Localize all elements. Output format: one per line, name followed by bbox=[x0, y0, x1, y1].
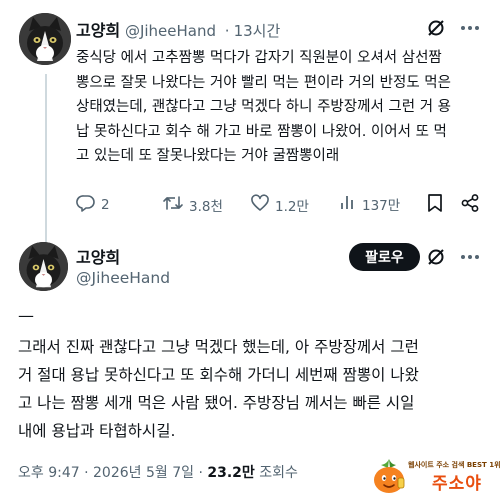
separator: · bbox=[84, 465, 89, 481]
share-button[interactable] bbox=[460, 193, 480, 217]
display-name[interactable]: 고양희 bbox=[76, 21, 120, 40]
grok-icon[interactable] bbox=[424, 16, 448, 40]
tweet-text: 그래서 진짜 괜찮다고 그냥 먹겠다 했는데, 아 주방장께서 그런 거 절대 … bbox=[18, 338, 419, 440]
separator: · bbox=[198, 465, 203, 481]
mascot-icon bbox=[374, 459, 405, 493]
post-date[interactable]: 2026년 5월 7일 bbox=[93, 465, 194, 481]
handle[interactable]: @JiheeHand bbox=[125, 22, 216, 40]
timestamp[interactable]: 13시간 bbox=[234, 22, 281, 40]
like-count: 1.2만 bbox=[275, 199, 309, 215]
repost-button[interactable]: 3.8천 bbox=[162, 193, 223, 217]
share-icon bbox=[460, 193, 480, 217]
tweet-meta: 오후 9:47 · 2026년 5월 7일 · 23.2만 조회수 bbox=[18, 462, 298, 482]
post-time[interactable]: 오후 9:47 bbox=[18, 465, 80, 481]
tweet-actions: 2 3.8천 1.2만 137만 bbox=[76, 193, 486, 219]
repost-count: 3.8천 bbox=[189, 199, 223, 215]
like-icon bbox=[250, 193, 270, 217]
tweet-1[interactable]: 고양희 @JiheeHand · 13시간 중식당 에서 고추짬뽕 먹다가 갑자기… bbox=[0, 0, 500, 242]
repost-icon bbox=[162, 193, 184, 217]
separator: · bbox=[224, 22, 230, 40]
handle[interactable]: @JiheeHand bbox=[76, 269, 170, 287]
like-button[interactable]: 1.2만 bbox=[250, 193, 309, 217]
dash-marker: — bbox=[18, 306, 34, 325]
views-count: 23.2만 bbox=[207, 465, 255, 481]
reply-count: 2 bbox=[101, 197, 110, 213]
bookmark-button[interactable] bbox=[426, 193, 444, 217]
grok-icon[interactable] bbox=[424, 245, 448, 269]
tweet-header: 고양희 bbox=[76, 244, 120, 268]
display-name[interactable]: 고양희 bbox=[76, 248, 120, 267]
avatar[interactable] bbox=[19, 242, 68, 291]
tweet-text: 중식당 에서 고추짬뽕 먹다가 갑자기 직원분이 오셔서 삼선짬 뽕으로 잘못 … bbox=[76, 50, 451, 164]
views-icon bbox=[339, 193, 357, 215]
bookmark-icon bbox=[426, 193, 444, 217]
reply-button[interactable]: 2 bbox=[76, 193, 110, 217]
avatar[interactable] bbox=[19, 13, 71, 65]
views-button[interactable]: 137만 bbox=[339, 193, 400, 215]
more-icon[interactable] bbox=[458, 16, 482, 40]
thread-line bbox=[45, 74, 47, 242]
watermark-brand: 주소야 bbox=[432, 474, 482, 494]
more-icon[interactable] bbox=[458, 245, 482, 269]
follow-button[interactable]: 팔로우 bbox=[349, 243, 420, 271]
tweet-header: 고양희 @JiheeHand · 13시간 bbox=[76, 17, 280, 41]
views-label: 조회수 bbox=[259, 465, 298, 481]
views-count: 137만 bbox=[362, 198, 401, 214]
watermark: 웹사이트 주소 검색 BEST 1위 주소야 bbox=[370, 456, 500, 496]
reply-icon bbox=[76, 193, 96, 217]
